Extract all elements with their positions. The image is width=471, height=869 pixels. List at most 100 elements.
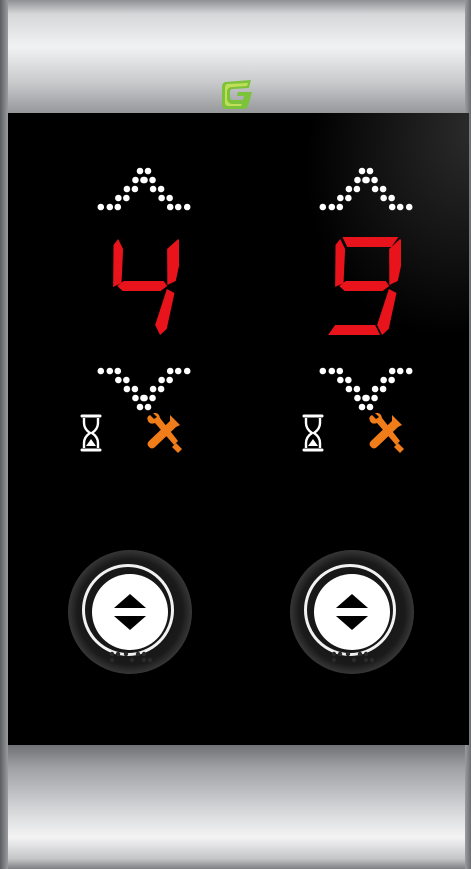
matrix-dot: [114, 203, 122, 211]
matrix-dot: [132, 394, 139, 402]
hourglass-icon: [80, 414, 102, 452]
matrix-dot: [174, 367, 182, 375]
matrix-dot: [183, 203, 191, 211]
matrix-dot: [149, 176, 156, 184]
up-arrow-icon: [319, 167, 413, 211]
braille-dot: [141, 657, 147, 663]
braille-dot: [135, 651, 141, 657]
matrix-dot: [144, 167, 152, 175]
braille-dot: [123, 651, 129, 657]
matrix-dot: [345, 385, 353, 393]
matrix-dot: [131, 385, 139, 393]
digit-segment-a: [342, 237, 399, 247]
matrix-dot: [380, 194, 387, 202]
matrix-dot: [379, 185, 387, 193]
digit-segment-c: [377, 289, 397, 335]
matrix-dot: [123, 185, 131, 193]
matrix-dot: [371, 176, 378, 184]
hourglass-icon: [302, 414, 324, 452]
matrix-dot: [396, 367, 404, 375]
floor-digit: 9: [328, 237, 401, 335]
braille-dot: [369, 657, 375, 663]
up-down-arrows-icon: [336, 594, 368, 630]
matrix-dot: [149, 185, 157, 193]
matrix-dot: [166, 376, 173, 384]
braille-dot: [331, 657, 337, 663]
matrix-dot: [136, 167, 144, 175]
matrix-dot: [366, 403, 374, 411]
shaft-display-right: 9: [266, 113, 466, 745]
tools-icon: [147, 413, 182, 453]
matrix-dot: [345, 376, 352, 384]
braille-dot: [109, 651, 115, 657]
braille-dots: [109, 651, 153, 663]
matrix-dot: [149, 394, 156, 402]
matrix-dot: [388, 376, 395, 384]
tools-icon: [369, 413, 404, 453]
matrix-dot: [106, 367, 114, 375]
matrix-dot: [115, 194, 122, 202]
matrix-dot: [366, 167, 374, 175]
braille-dot: [363, 651, 369, 657]
matrix-dot: [136, 403, 144, 411]
matrix-dot: [123, 385, 131, 393]
matrix-dot: [396, 203, 404, 211]
digit-segment-f: [335, 239, 346, 287]
matrix-dot: [144, 403, 152, 411]
matrix-dot: [123, 376, 130, 384]
matrix-dot: [328, 203, 336, 211]
floor-digit: 4: [113, 239, 179, 335]
matrix-dot: [97, 203, 105, 211]
matrix-dot: [149, 385, 157, 393]
matrix-dot: [319, 203, 327, 211]
braille-dot: [357, 651, 363, 657]
matrix-dot: [123, 194, 130, 202]
digit-segment-c: [155, 289, 175, 335]
matrix-dot: [131, 185, 139, 193]
matrix-dot: [158, 376, 165, 384]
digit-segment-d: [328, 325, 381, 335]
matrix-dot: [405, 367, 413, 375]
matrix-dot: [405, 203, 413, 211]
matrix-dot: [371, 185, 379, 193]
bottom-bezel: [0, 743, 471, 869]
matrix-dot: [358, 167, 366, 175]
matrix-dot: [363, 176, 370, 184]
matrix-dot: [183, 367, 191, 375]
matrix-dot: [157, 385, 165, 393]
digit-segment-f: [113, 239, 124, 287]
elevator-panel: 4: [0, 0, 471, 869]
matrix-dot: [114, 367, 122, 375]
braille-dot: [129, 657, 135, 663]
brand-s-logo-icon: [222, 80, 252, 109]
up-down-arrows-icon: [114, 594, 146, 630]
matrix-dot: [166, 194, 173, 202]
matrix-dot: [354, 176, 361, 184]
matrix-dot: [336, 367, 344, 375]
matrix-dot: [379, 385, 387, 393]
call-button[interactable]: [290, 550, 414, 674]
braille-dot: [115, 651, 121, 657]
matrix-dot: [371, 394, 378, 402]
call-button[interactable]: [68, 550, 192, 674]
matrix-dot: [319, 367, 327, 375]
digit-segment-g: [339, 281, 390, 291]
matrix-dot: [336, 203, 344, 211]
down-arrow-icon: [319, 367, 413, 411]
matrix-dot: [337, 376, 344, 384]
matrix-dot: [141, 394, 148, 402]
matrix-dot: [97, 367, 105, 375]
matrix-dot: [328, 367, 336, 375]
matrix-dot: [380, 376, 387, 384]
braille-dot: [109, 657, 115, 663]
matrix-dot: [345, 185, 353, 193]
braille-dot: [345, 651, 351, 657]
matrix-dot: [363, 394, 370, 402]
matrix-dot: [166, 203, 174, 211]
matrix-dot: [166, 367, 174, 375]
matrix-dot: [337, 194, 344, 202]
digit-segment-b: [167, 239, 179, 285]
matrix-dot: [388, 203, 396, 211]
matrix-dot: [345, 194, 352, 202]
digit-segment-g: [117, 281, 168, 291]
